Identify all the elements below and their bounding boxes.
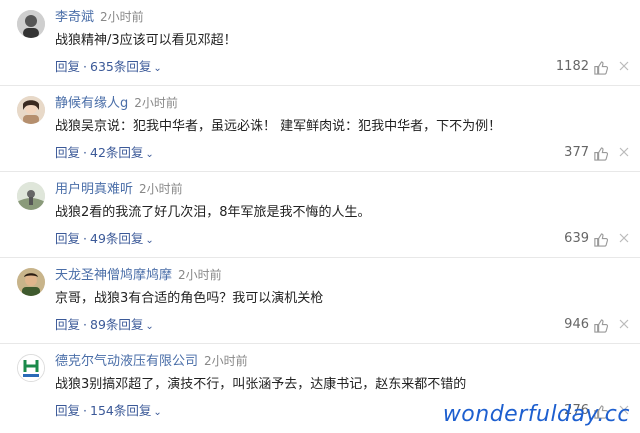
comment-text: 战狼吴京说：犯我中华者，虽远必诛！ 建军鲜肉说：犯我中华者，下不为例！: [55, 119, 502, 134]
comment-actions: 回复 · 154条回复 ⌄: [55, 402, 162, 422]
replies-toggle[interactable]: 89条回复 ⌄: [90, 317, 154, 332]
replies-count: 49条回复: [90, 231, 144, 246]
comment-header: 天龙圣神僧鸠摩鸠摩 2小时前: [55, 266, 222, 285]
reply-button[interactable]: 回复: [55, 317, 80, 332]
comment-actions: 回复 · 635条回复 ⌄: [55, 58, 162, 78]
chevron-down-icon: ⌄: [145, 235, 154, 246]
reply-button[interactable]: 回复: [55, 145, 80, 160]
comment-actions: 回复 · 49条回复 ⌄: [55, 230, 154, 250]
comment-text: 京哥，战狼3有合适的角色吗？我可以演机关枪: [55, 291, 324, 306]
comment-header: 德克尔气动液压有限公司 2小时前: [55, 352, 248, 371]
chevron-down-icon: ⌄: [145, 149, 154, 160]
avatar[interactable]: [17, 354, 45, 382]
reply-button[interactable]: 回复: [55, 59, 80, 74]
separator: ·: [83, 317, 87, 332]
avatar[interactable]: [17, 268, 45, 296]
avatar[interactable]: [17, 96, 45, 124]
timestamp: 2小时前: [178, 268, 222, 282]
more-icon[interactable]: [618, 318, 630, 330]
username-link[interactable]: 李奇斌: [55, 10, 94, 25]
replies-count: 42条回复: [90, 145, 144, 160]
username-link[interactable]: 用户明真难听: [55, 182, 133, 197]
comment-item: 天龙圣神僧鸠摩鸠摩 2小时前 京哥，战狼3有合适的角色吗？我可以演机关枪 回复 · 8…: [0, 258, 640, 344]
like-count: 377: [564, 145, 589, 160]
replies-count: 635条回复: [90, 59, 152, 74]
chevron-down-icon: ⌄: [153, 407, 162, 418]
comment-header: 用户明真难听 2小时前: [55, 180, 183, 199]
thumbs-up-icon: [594, 60, 608, 75]
timestamp: 2小时前: [100, 10, 144, 24]
separator: ·: [83, 231, 87, 246]
separator: ·: [83, 145, 87, 160]
replies-toggle[interactable]: 42条回复 ⌄: [90, 145, 154, 160]
watermark-text: wonderfulday.cc: [442, 402, 630, 427]
comment-text: 战狼精神/3应该可以看见邓超！: [55, 33, 237, 48]
avatar[interactable]: [17, 182, 45, 210]
chevron-down-icon: ⌄: [145, 321, 154, 332]
chevron-down-icon: ⌄: [153, 63, 162, 74]
thumbs-up-icon: [594, 318, 608, 333]
like-count: 1182: [555, 59, 589, 74]
thumbs-up-icon: [594, 232, 608, 247]
like-count: 946: [564, 317, 589, 332]
replies-toggle[interactable]: 635条回复 ⌄: [90, 59, 162, 74]
comment-actions: 回复 · 89条回复 ⌄: [55, 316, 154, 336]
like-button[interactable]: 639: [564, 230, 608, 248]
reply-button[interactable]: 回复: [55, 403, 80, 418]
timestamp: 2小时前: [134, 96, 178, 110]
comment-text: 战狼2看的我流了好几次泪，8年军旅是我不悔的人生。: [55, 205, 371, 220]
replies-toggle[interactable]: 154条回复 ⌄: [90, 403, 162, 418]
like-button[interactable]: 1182: [556, 58, 608, 76]
timestamp: 2小时前: [139, 182, 183, 196]
username-link[interactable]: 德克尔气动液压有限公司: [55, 354, 198, 369]
username-link[interactable]: 静候有缘人g: [55, 96, 128, 111]
like-button[interactable]: 946: [564, 316, 608, 334]
separator: ·: [83, 59, 87, 74]
thumbs-up-icon: [594, 146, 608, 161]
more-icon[interactable]: [618, 232, 630, 244]
comment-item: 李奇斌 2小时前 战狼精神/3应该可以看见邓超！ 回复 · 635条回复 ⌄ 1182: [0, 0, 640, 86]
username-link[interactable]: 天龙圣神僧鸠摩鸠摩: [55, 268, 172, 283]
comment-actions: 回复 · 42条回复 ⌄: [55, 144, 154, 164]
replies-count: 89条回复: [90, 317, 144, 332]
timestamp: 2小时前: [204, 354, 248, 368]
like-button[interactable]: 377: [564, 144, 608, 162]
comment-header: 李奇斌 2小时前: [55, 8, 144, 27]
replies-count: 154条回复: [90, 403, 152, 418]
more-icon[interactable]: [618, 146, 630, 158]
comment-text: 战狼3别搞邓超了，演技不行，叫张涵予去，达康书记，赵东来都不错的: [55, 377, 467, 392]
more-icon[interactable]: [618, 60, 630, 72]
company-logo-icon: [18, 355, 44, 381]
comment-item: 静候有缘人g 2小时前 战狼吴京说：犯我中华者，虽远必诛！ 建军鲜肉说：犯我中华者…: [0, 86, 640, 172]
comment-header: 静候有缘人g 2小时前: [55, 94, 178, 113]
like-count: 639: [564, 231, 589, 246]
replies-toggle[interactable]: 49条回复 ⌄: [90, 231, 154, 246]
comment-item: 用户明真难听 2小时前 战狼2看的我流了好几次泪，8年军旅是我不悔的人生。 回复 ·…: [0, 172, 640, 258]
reply-button[interactable]: 回复: [55, 231, 80, 246]
avatar[interactable]: [17, 10, 45, 38]
separator: ·: [83, 403, 87, 418]
